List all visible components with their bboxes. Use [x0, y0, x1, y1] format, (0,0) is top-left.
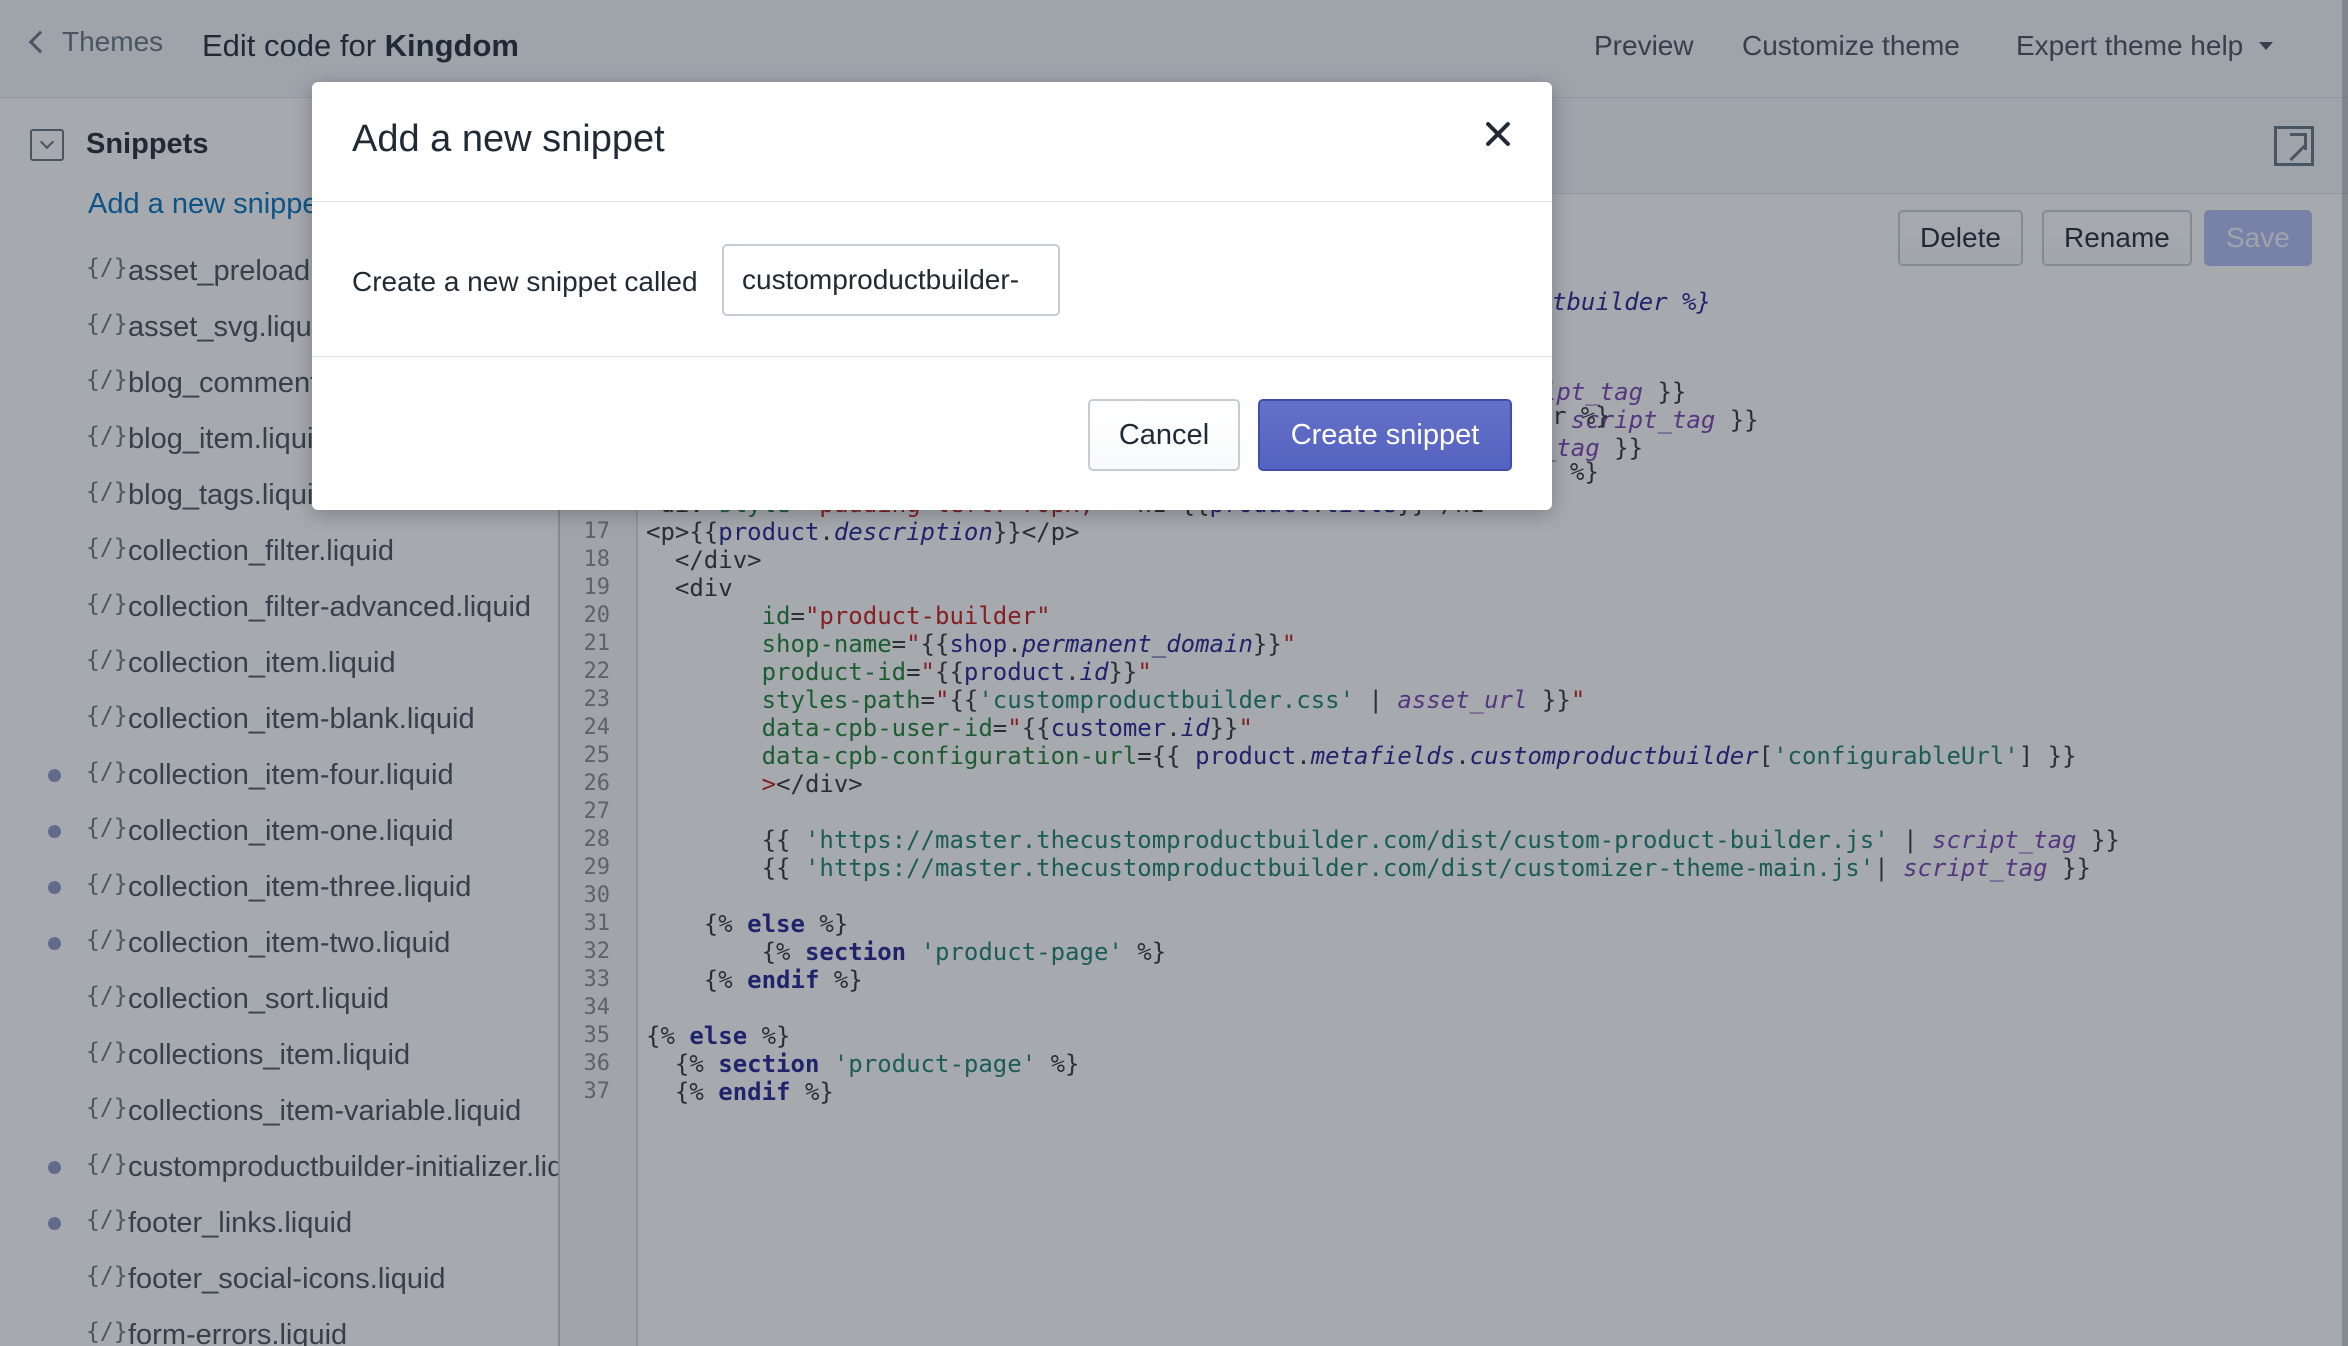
snippet-name-label: Create a new snippet called [352, 266, 698, 297]
modal-title: Add a new snippet [352, 118, 665, 160]
close-icon[interactable] [1480, 116, 1516, 152]
snippet-name-input[interactable] [722, 244, 1060, 316]
add-snippet-modal: Add a new snippet Create a new snippet c… [312, 82, 1552, 510]
window-edge [2342, 0, 2348, 1346]
modal-footer: Cancel Create snippet [312, 356, 1552, 510]
cancel-button[interactable]: Cancel [1088, 399, 1240, 471]
create-snippet-button[interactable]: Create snippet [1258, 399, 1512, 471]
modal-header: Add a new snippet [312, 82, 1552, 202]
